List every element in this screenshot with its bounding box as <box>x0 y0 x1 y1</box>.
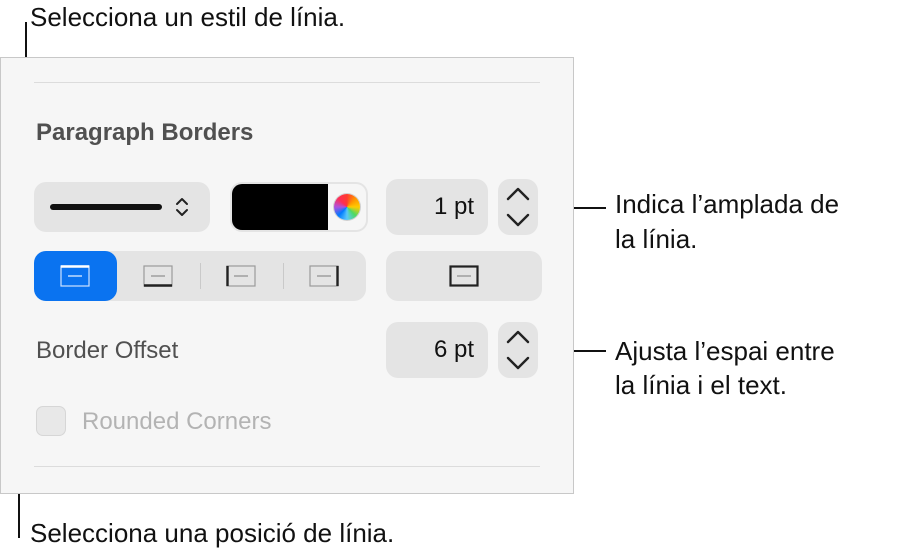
color-swatch[interactable] <box>232 184 328 230</box>
border-offset-value: 6 pt <box>433 336 474 363</box>
stepper-down-icon[interactable] <box>504 211 532 229</box>
segment-left-border[interactable] <box>200 251 283 301</box>
stepper-up-icon[interactable] <box>504 328 532 346</box>
line-width-value: 1 pt <box>433 193 474 220</box>
color-wheel-icon <box>334 194 360 220</box>
rounded-corners-checkbox[interactable] <box>36 406 66 436</box>
color-wheel-button[interactable] <box>328 184 366 230</box>
top-border-icon <box>60 265 90 287</box>
line-style-popup[interactable] <box>34 182 210 232</box>
all-sides-border-icon <box>449 265 479 287</box>
stepper-up-icon[interactable] <box>504 185 532 203</box>
segment-right-border[interactable] <box>283 251 366 301</box>
border-offset-field[interactable]: 6 pt <box>386 322 488 378</box>
segment-bottom-border[interactable] <box>117 251 200 301</box>
line-width-field[interactable]: 1 pt <box>386 179 488 235</box>
callout-offset-line1: Ajusta l’espai entre <box>615 336 835 366</box>
callout-width-line1: Indica l’amplada de <box>615 189 840 219</box>
chevron-up-down-icon <box>176 198 188 216</box>
bottom-border-icon <box>143 265 173 287</box>
left-border-icon <box>226 265 256 287</box>
solid-line-preview <box>50 204 162 210</box>
border-position-segmented-control <box>34 251 366 301</box>
segment-top-border[interactable] <box>34 251 117 301</box>
line-width-stepper[interactable] <box>498 179 538 235</box>
callout-line-style: Selecciona un estil de línia. <box>30 2 346 32</box>
stepper-down-icon[interactable] <box>504 354 532 372</box>
top-divider <box>34 82 540 83</box>
rounded-corners-label: Rounded Corners <box>82 408 272 435</box>
all-sides-border-button[interactable] <box>386 251 542 301</box>
border-color-well[interactable] <box>230 182 368 232</box>
callout-offset-line2: la línia i el text. <box>615 370 787 400</box>
border-offset-stepper[interactable] <box>498 322 538 378</box>
bottom-divider <box>34 466 540 467</box>
right-border-icon <box>309 265 339 287</box>
section-title: Paragraph Borders <box>36 119 254 146</box>
callout-line-position: Selecciona una posició de línia. <box>30 518 395 548</box>
callout-width-line2: la línia. <box>615 224 698 254</box>
border-offset-label: Border Offset <box>36 337 179 364</box>
